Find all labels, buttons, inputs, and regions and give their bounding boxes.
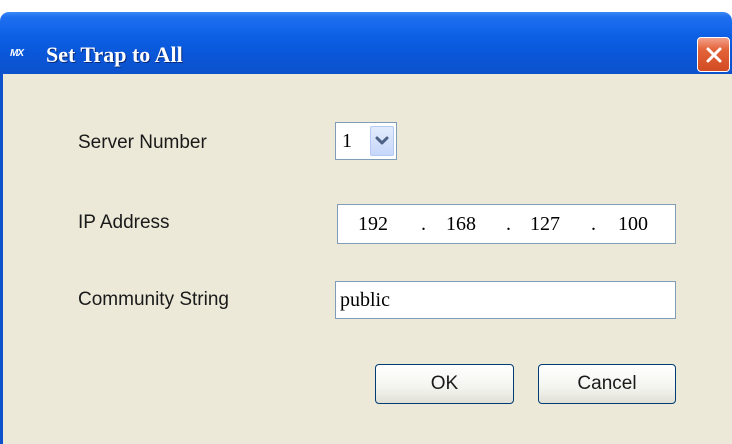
cancel-button[interactable]: Cancel	[538, 364, 676, 404]
ip-address-label: IP Address	[78, 212, 170, 233]
server-number-label: Server Number	[78, 132, 207, 153]
ip-octet-1[interactable]: 192	[348, 212, 398, 236]
community-string-input[interactable]: public	[335, 281, 676, 319]
ip-separator: .	[421, 213, 426, 235]
ip-octet-2[interactable]: 168	[436, 212, 486, 236]
window-title: Set Trap to All	[46, 42, 183, 67]
ok-button[interactable]: OK	[375, 364, 514, 404]
ip-address-field[interactable]: 192 . 168 . 127 . 100	[337, 204, 676, 244]
community-string-value: public	[340, 289, 390, 311]
community-string-label: Community String	[78, 289, 229, 310]
ip-separator: .	[506, 213, 511, 235]
chevron-down-icon	[375, 136, 389, 145]
close-button[interactable]	[697, 37, 730, 72]
ip-octet-4[interactable]: 100	[608, 212, 658, 236]
set-trap-dialog: MX Set Trap to All Server Number 1 IP Ad…	[0, 0, 732, 444]
server-number-value: 1	[342, 130, 352, 152]
ip-octet-3[interactable]: 127	[520, 212, 570, 236]
title-bar[interactable]: MX Set Trap to All	[0, 12, 732, 74]
app-icon: MX	[10, 48, 24, 59]
dropdown-button[interactable]	[370, 126, 394, 156]
server-number-select[interactable]: 1	[335, 122, 397, 160]
ip-separator: .	[591, 213, 596, 235]
close-icon	[706, 47, 721, 62]
